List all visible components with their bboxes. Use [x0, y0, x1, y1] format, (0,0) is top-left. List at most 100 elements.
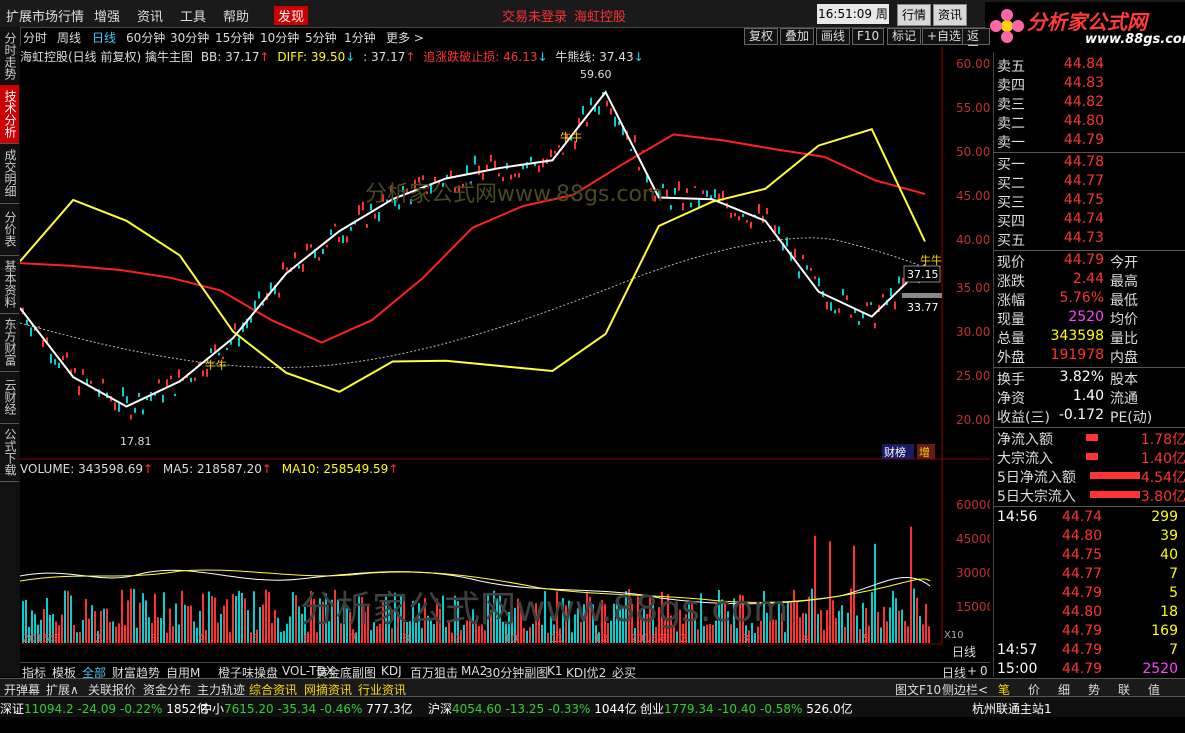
niuniu-label: 牛牛 — [205, 358, 227, 372]
divider — [994, 152, 1185, 153]
stat-label: 涨跌 — [997, 274, 1025, 290]
index-ticker[interactable]: 深证11094.2 -24.09 -0.22% 1852亿 — [0, 700, 209, 717]
quote-button[interactable]: 行情 — [897, 4, 932, 26]
volume-bar — [61, 614, 63, 643]
volume-bar — [919, 616, 921, 643]
period-more[interactable]: 更多 > — [386, 29, 424, 46]
menu-help[interactable]: 帮助 — [223, 6, 249, 25]
period-daily[interactable]: 日线 — [92, 29, 116, 46]
candle — [214, 344, 216, 352]
date-tick: 6 — [303, 632, 310, 645]
candle — [530, 156, 532, 162]
overlay-button[interactable]: 叠加 — [780, 28, 815, 45]
index-ticker[interactable]: 中小7615.20 -35.34 -0.46% 777.3亿 — [200, 700, 413, 717]
volume-bar — [139, 602, 141, 643]
tab-basic-info[interactable]: 基本资料 — [0, 255, 19, 314]
bid-row: 买一 44.78 — [994, 154, 1185, 173]
volume-bar — [229, 632, 231, 643]
tab-trades[interactable]: 成交明细 — [0, 143, 19, 204]
back-button[interactable]: 返回 — [962, 28, 990, 58]
menu-news[interactable]: 资讯 — [137, 6, 163, 25]
add-favorite-button[interactable]: +自选 — [922, 28, 967, 45]
tab-price-table[interactable]: 分价表 — [0, 203, 19, 256]
trade-status[interactable]: 交易未登录 — [502, 6, 567, 25]
period-15min[interactable]: 15分钟 — [215, 29, 254, 46]
period-60min[interactable]: 60分钟 — [126, 29, 165, 46]
stat-row: 现价 44.79 今开 — [994, 252, 1185, 271]
candle — [482, 172, 484, 180]
volume-bar — [907, 626, 909, 643]
volume-bar — [391, 628, 393, 643]
f10-button[interactable]: F10 — [852, 28, 885, 45]
candle — [510, 174, 512, 180]
volume-bar — [799, 617, 801, 643]
period-5min[interactable]: 5分钟 — [305, 29, 337, 46]
tick-price: 44.77 — [1062, 566, 1103, 582]
tab-eastmoney[interactable]: 东方财富 — [0, 313, 19, 372]
tab-intraday[interactable]: 分时走势 — [0, 27, 19, 86]
index-ticker[interactable]: 创业1779.34 -10.40 -0.58% 526.0亿 — [640, 700, 853, 717]
volume-bar — [244, 598, 246, 643]
menu-extended-market[interactable]: 扩展市场行情 — [6, 6, 84, 25]
divider — [994, 367, 1185, 368]
stock-name-header: 海虹控股 — [574, 10, 627, 25]
adjust-button[interactable]: 复权 — [744, 28, 779, 45]
candle — [30, 327, 32, 337]
period-weekly[interactable]: 周线 — [57, 29, 81, 46]
period-30min[interactable]: 30分钟 — [170, 29, 209, 46]
period-1min[interactable]: 1分钟 — [344, 29, 376, 46]
draw-line-button[interactable]: 画线 — [816, 28, 851, 45]
indicator-tab[interactable]: K1 — [547, 664, 563, 678]
ask-price: 44.80 — [1063, 113, 1104, 129]
candle — [138, 392, 140, 397]
tab-yuncaijing[interactable]: 云财经 — [0, 371, 19, 424]
period-intraday[interactable]: 分时 — [23, 29, 47, 46]
price-tick: 60.00 — [956, 57, 990, 71]
menu-discover[interactable]: 发现 — [274, 6, 309, 25]
volume-bar — [883, 606, 885, 643]
date-tick: 10 — [504, 632, 518, 645]
bottom-right-control[interactable]: 0 — [980, 664, 988, 678]
bottom-right-control[interactable]: + — [967, 664, 977, 678]
candle — [118, 403, 120, 412]
stat-row: 涨幅 5.76% 最低 — [994, 290, 1185, 309]
index-amount: 1044亿 — [594, 702, 637, 716]
index-ticker[interactable]: 沪深4054.60 -13.25 -0.33% 1044亿 — [428, 700, 637, 717]
volume-bar — [118, 623, 120, 643]
tick-price: 44.79 — [1062, 585, 1103, 601]
menu-tools[interactable]: 工具 — [180, 6, 206, 25]
info-button[interactable]: 资讯 — [933, 4, 968, 26]
ask-row: 卖三 44.82 — [994, 94, 1185, 113]
period-10min[interactable]: 10分钟 — [260, 29, 299, 46]
tab-technical[interactable]: 技术分析 — [0, 85, 19, 144]
candle — [806, 265, 808, 270]
candle — [162, 394, 164, 403]
menu-enhance[interactable]: 增强 — [94, 6, 120, 25]
candle — [258, 291, 260, 299]
volume-bar — [571, 632, 573, 643]
ma5-value: MA5: 218587.20 — [162, 462, 262, 476]
bid-price: 44.77 — [1063, 173, 1104, 189]
ask-row: 卖二 44.80 — [994, 113, 1185, 132]
tick-row: 44.77 7 — [994, 566, 1185, 585]
stat-label: 收益(三) — [997, 410, 1050, 426]
server-station[interactable]: 杭州联通主站1 — [972, 700, 1052, 717]
volume-bar — [898, 610, 900, 643]
kline-chart[interactable]: 60.00 55.00 50.00 45.00 40.00 35.00 30.0… — [20, 46, 990, 676]
candle — [494, 160, 496, 169]
indicator-tab[interactable]: MA2 — [461, 664, 487, 678]
site-logo: 分析家公式网 www.88gs.com — [985, 2, 1185, 50]
bid-label: 买五 — [997, 233, 1025, 249]
candle — [818, 277, 820, 287]
index-name: 中小 — [200, 702, 225, 716]
tick-row: 14:56 44.74 299 — [994, 509, 1185, 528]
candle — [542, 158, 544, 168]
indicator-tab[interactable]: KDJ — [381, 664, 402, 678]
mark-button[interactable]: 标记 — [887, 28, 922, 45]
flow-value: 1.40亿 — [1140, 451, 1185, 467]
candle — [670, 205, 672, 210]
price-bar — [902, 293, 942, 298]
tab-formula-download[interactable]: 公式下载 — [0, 423, 19, 482]
volume-tick: 60000 — [956, 498, 990, 512]
index-value: 1779.34 — [664, 702, 714, 716]
